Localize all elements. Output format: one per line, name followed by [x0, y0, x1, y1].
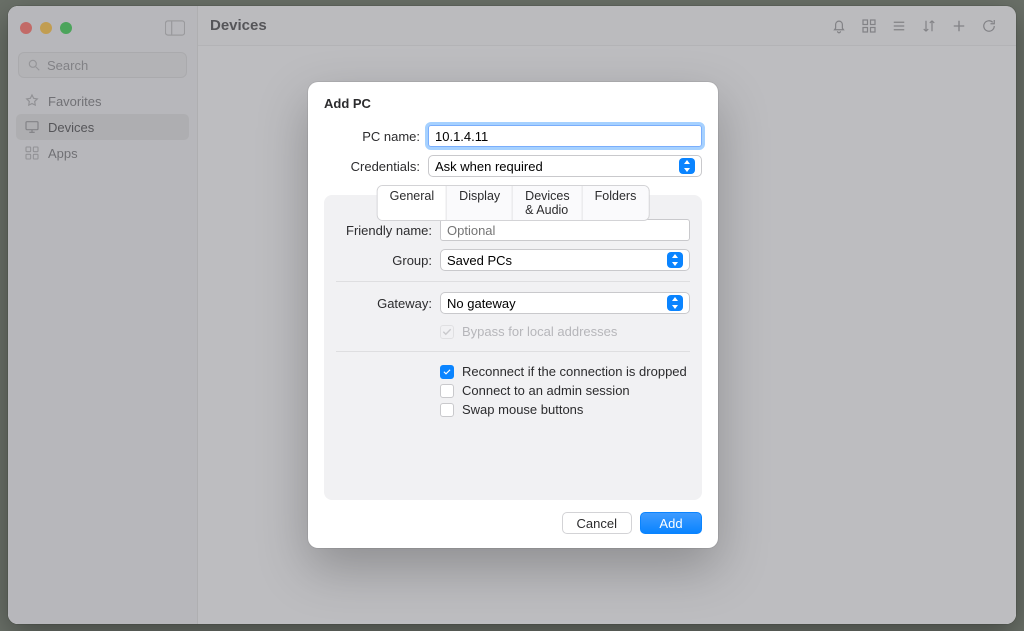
add-pc-dialog: Add PC PC name: Credentials: Ask when re… [308, 82, 718, 548]
bypass-local-label: Bypass for local addresses [462, 324, 617, 339]
tab-display[interactable]: Display [447, 186, 513, 220]
dialog-tabs: General Display Devices & Audio Folders [377, 185, 650, 221]
pc-name-input[interactable] [428, 125, 702, 147]
chevron-up-down-icon [667, 252, 683, 268]
credentials-label: Credentials: [324, 159, 420, 174]
bypass-local-checkbox [440, 325, 454, 339]
friendly-name-label: Friendly name: [336, 223, 432, 238]
tab-general[interactable]: General [378, 186, 447, 220]
bypass-local-checkbox-row: Bypass for local addresses [336, 322, 690, 341]
reconnect-checkbox[interactable] [440, 365, 454, 379]
dialog-footer: Cancel Add [324, 500, 702, 534]
dialog-tab-panel: General Display Devices & Audio Folders … [324, 195, 702, 500]
chevron-up-down-icon [667, 295, 683, 311]
chevron-up-down-icon [679, 158, 695, 174]
gateway-label: Gateway: [336, 296, 432, 311]
group-label: Group: [336, 253, 432, 268]
admin-session-label: Connect to an admin session [462, 383, 630, 398]
check-icon [442, 367, 452, 377]
friendly-name-input[interactable] [440, 219, 690, 241]
app-window: Search Favorites Devices Apps Devices [8, 6, 1016, 624]
admin-session-checkbox[interactable] [440, 384, 454, 398]
dialog-title: Add PC [324, 96, 702, 111]
tab-folders[interactable]: Folders [583, 186, 649, 220]
reconnect-label: Reconnect if the connection is dropped [462, 364, 687, 379]
gateway-value: No gateway [447, 296, 516, 311]
group-select[interactable]: Saved PCs [440, 249, 690, 271]
divider [336, 281, 690, 282]
add-button[interactable]: Add [640, 512, 702, 534]
credentials-select[interactable]: Ask when required [428, 155, 702, 177]
tab-devices-audio[interactable]: Devices & Audio [513, 186, 582, 220]
reconnect-checkbox-row[interactable]: Reconnect if the connection is dropped [336, 362, 690, 381]
swap-mouse-checkbox-row[interactable]: Swap mouse buttons [336, 400, 690, 419]
divider [336, 351, 690, 352]
cancel-button[interactable]: Cancel [562, 512, 632, 534]
pc-name-label: PC name: [324, 129, 420, 144]
gateway-select[interactable]: No gateway [440, 292, 690, 314]
swap-mouse-checkbox[interactable] [440, 403, 454, 417]
admin-session-checkbox-row[interactable]: Connect to an admin session [336, 381, 690, 400]
swap-mouse-label: Swap mouse buttons [462, 402, 583, 417]
credentials-value: Ask when required [435, 159, 543, 174]
check-icon [441, 326, 453, 338]
group-value: Saved PCs [447, 253, 512, 268]
